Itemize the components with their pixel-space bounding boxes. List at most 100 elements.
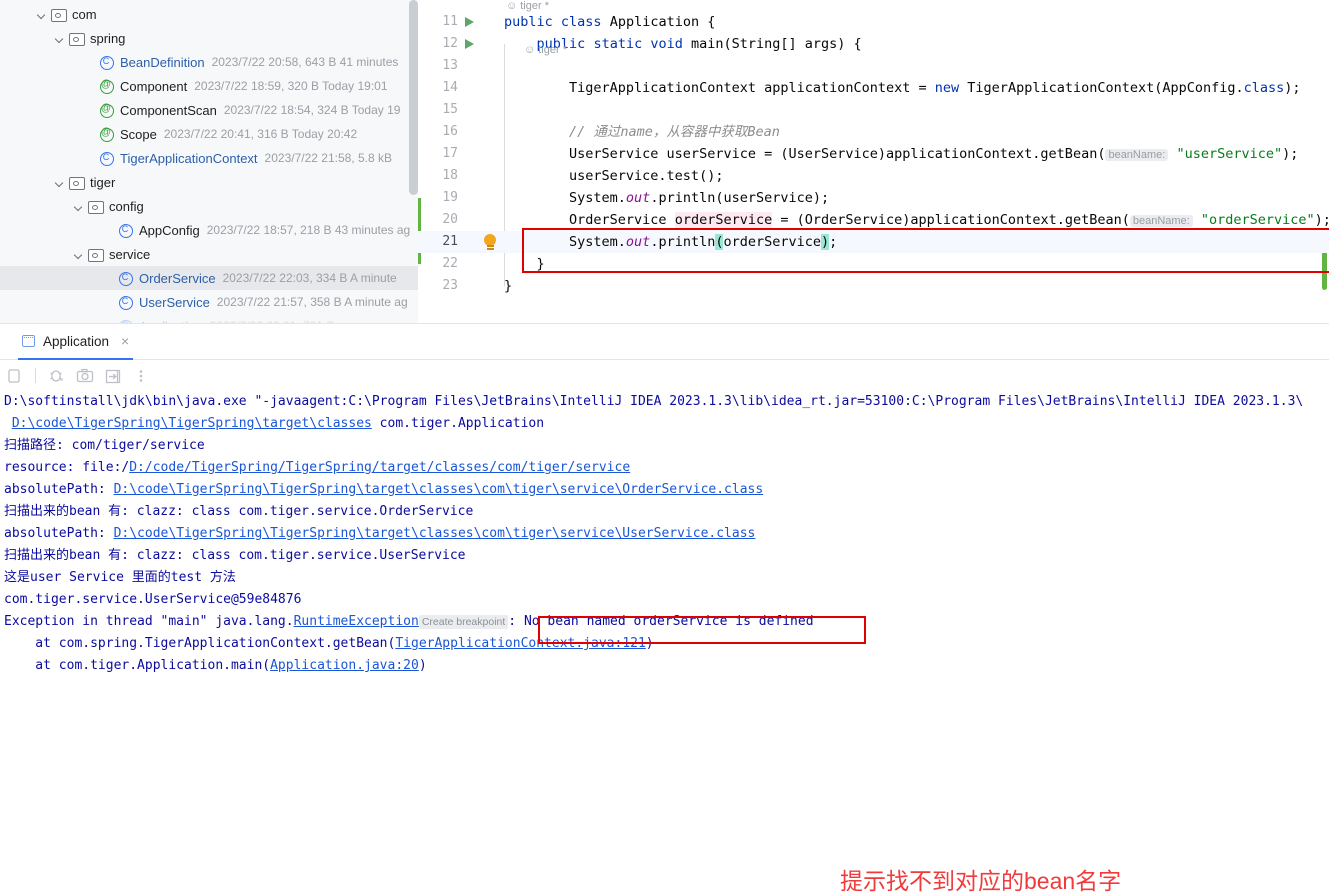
editor-line-23[interactable]: 23} [418, 275, 1329, 297]
console-text: absolutePath: [4, 482, 114, 497]
editor-line-16[interactable]: 16 // 通过name，从容器中获取Bean [418, 121, 1329, 143]
console-text: : No bean named orderService is defined [508, 614, 814, 629]
code-author-inlay-hint: ☺ tiger * [506, 0, 549, 12]
code-editor[interactable]: 11 public class Application {12 public st… [418, 0, 1329, 323]
editor-line-20[interactable]: 20 OrderService orderService = (OrderSer… [418, 209, 1329, 231]
camera-icon[interactable] [73, 365, 97, 387]
console-link[interactable]: D:\code\TigerSpring\TigerSpring\target\c… [12, 416, 372, 431]
debug-bug-icon[interactable] [45, 365, 69, 387]
tree-item-label: service [109, 246, 151, 262]
tree-item-meta: 2023/7/22 21:58, 5.8 kB [264, 151, 392, 165]
tree-item-label: Component [120, 78, 188, 94]
tree-item-spring[interactable]: spring [0, 26, 418, 50]
chevron-down-icon[interactable] [72, 248, 85, 261]
editor-line-19[interactable]: 19 System.out.println(userService); [418, 187, 1329, 209]
chevron-down-icon[interactable] [35, 8, 48, 21]
tree-item-appconfig[interactable]: AppConfig 2023/7/22 18:57, 218 B 43 minut… [0, 218, 418, 242]
tree-item-component[interactable]: Component 2023/7/22 18:59, 320 B Today 19… [0, 74, 418, 98]
console-link[interactable]: TigerApplicationContext.java:121 [395, 636, 645, 651]
console-line-ap2: absolutePath: D:\code\TigerSpring\TigerS… [4, 523, 1329, 545]
line-number[interactable]: 13 [418, 55, 458, 77]
console-text: com.tiger.Application [371, 416, 545, 431]
tree-item-tigerapplicationcontext[interactable]: TigerApplicationContext 2023/7/22 21:58, … [0, 146, 418, 170]
console-line-res: resource: file:/D:/code/TigerSpring/Tige… [4, 457, 1329, 479]
tree-item-label: com [72, 6, 97, 22]
tree-item-service[interactable]: service [0, 242, 418, 266]
line-number[interactable]: 17 [418, 143, 458, 165]
class-icon [98, 150, 115, 166]
console-link[interactable]: Application.java:20 [270, 658, 419, 673]
line-number[interactable]: 19 [418, 187, 458, 209]
tree-item-label: spring [90, 30, 126, 46]
line-number[interactable]: 15 [418, 99, 458, 121]
line-number[interactable]: 22 [418, 253, 458, 275]
editor-and-project-split: com spring BeanDefinition 2023/7/22 20:58, … [0, 0, 1329, 323]
chevron-down-icon[interactable] [53, 32, 66, 45]
tree-item-beandefinition[interactable]: BeanDefinition 2023/7/22 20:58, 643 B 41 … [0, 50, 418, 74]
line-number[interactable]: 23 [418, 275, 458, 297]
chevron-down-icon[interactable] [53, 176, 66, 189]
editor-line-13[interactable]: 13 [418, 55, 1329, 77]
annotation-icon [98, 78, 115, 94]
lightbulb-intention-icon[interactable] [483, 234, 497, 250]
tree-item-application[interactable]: Application2023/7/22 22:01, 721 B [0, 314, 418, 323]
line-number[interactable]: 20 [418, 209, 458, 231]
tree-item-meta: 2023/7/22 21:57, 358 B A minute ag [216, 295, 408, 309]
console-link[interactable]: D:\code\TigerSpring\TigerSpring\target\c… [114, 482, 764, 497]
run-gutter-icon[interactable] [465, 17, 474, 27]
create-breakpoint-chip[interactable]: Create breakpoint [418, 615, 509, 629]
line-number[interactable]: 18 [418, 165, 458, 187]
folder-icon [87, 198, 104, 214]
editor-line-21[interactable]: 21 System.out.println(orderService); [418, 231, 1329, 253]
console-output[interactable]: D:\softinstall\jdk\bin\java.exe "-javaag… [0, 391, 1329, 698]
console-line-bean1: 扫描出来的bean 有: clazz: class com.tiger.serv… [4, 501, 1329, 523]
close-icon[interactable]: × [121, 334, 129, 348]
editor-line-18[interactable]: 18 userService.test(); [418, 165, 1329, 187]
line-number[interactable]: 16 [418, 121, 458, 143]
tree-item-userservice[interactable]: UserService 2023/7/22 21:57, 358 B A minu… [0, 290, 418, 314]
line-number[interactable]: 12 [418, 33, 458, 55]
code-text: UserService userService = (UserService)a… [504, 146, 1299, 162]
tree-item-scope[interactable]: Scope 2023/7/22 20:41, 316 B Today 20:42 [0, 122, 418, 146]
line-number[interactable]: 21 [418, 231, 458, 253]
line-number[interactable]: 11 [418, 11, 458, 33]
console-link[interactable]: D:\code\TigerSpring\TigerSpring\target\c… [114, 526, 756, 541]
export-icon[interactable] [101, 365, 125, 387]
run-toolbar [0, 361, 1329, 390]
line-number[interactable]: 14 [418, 77, 458, 99]
tree-item-meta: 2023/7/22 22:03, 334 B A minute [222, 271, 397, 285]
tree-item-meta: 2023/7/22 20:58, 643 B 41 minutes [211, 55, 399, 69]
tree-item-meta: 2023/7/22 20:41, 316 B Today 20:42 [163, 127, 358, 141]
project-tree-pane[interactable]: com spring BeanDefinition 2023/7/22 20:58, … [0, 0, 418, 323]
console-line-cmd: D:\softinstall\jdk\bin\java.exe "-javaag… [4, 391, 1329, 413]
annotation-icon [98, 102, 115, 118]
trash-icon[interactable] [2, 365, 26, 387]
console-line-bean2: 扫描出来的bean 有: clazz: class com.tiger.serv… [4, 545, 1329, 567]
tree-item-meta: 2023/7/22 18:57, 218 B 43 minutes ag [206, 223, 411, 237]
tree-item-config[interactable]: config [0, 194, 418, 218]
editor-line-17[interactable]: 17 UserService userService = (UserServic… [418, 143, 1329, 165]
run-gutter-icon[interactable] [465, 39, 474, 49]
tree-item-tiger[interactable]: tiger [0, 170, 418, 194]
editor-line-15[interactable]: 15 [418, 99, 1329, 121]
tree-item-com[interactable]: com [0, 2, 418, 26]
console-text: ) [645, 636, 654, 651]
console-text: resource: file:/ [4, 460, 130, 475]
console-text: ) [418, 658, 427, 673]
more-options-icon[interactable] [129, 365, 153, 387]
folder-icon [50, 6, 67, 22]
tree-item-meta: 2023/7/22 18:59, 320 B Today 19:01 [194, 79, 388, 93]
console-line-st2: at com.tiger.Application.main(Applicatio… [4, 655, 1329, 677]
chevron-down-icon[interactable] [72, 200, 85, 213]
editor-line-11[interactable]: 11 public class Application { [418, 11, 1329, 33]
console-link[interactable]: RuntimeException [294, 614, 419, 629]
tree-item-orderservice[interactable]: OrderService 2023/7/22 22:03, 334 B A min… [0, 266, 418, 290]
run-tab-application[interactable]: Application × [18, 324, 134, 360]
console-line-st1: at com.spring.TigerApplicationContext.ge… [4, 633, 1329, 655]
editor-line-22[interactable]: 22 } [418, 253, 1329, 275]
tree-item-componentscan[interactable]: ComponentScan 2023/7/22 18:54, 324 B Toda… [0, 98, 418, 122]
editor-line-14[interactable]: 14 TigerApplicationContext applicationCo… [418, 77, 1329, 99]
console-line-scan: 扫描路径: com/tiger/service [4, 435, 1329, 457]
console-link[interactable]: D:/code/TigerSpring/TigerSpring/target/c… [129, 460, 630, 475]
